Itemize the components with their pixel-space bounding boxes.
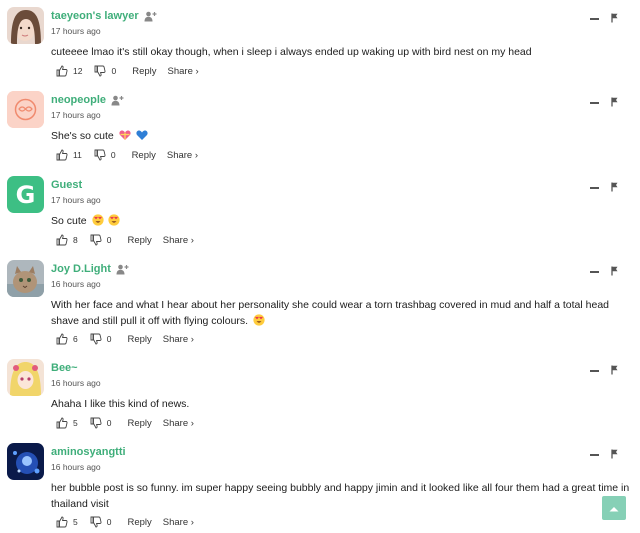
thumbs-up-icon[interactable] xyxy=(56,65,68,77)
like-count: 11 xyxy=(73,150,82,160)
avatar[interactable] xyxy=(7,91,44,128)
scroll-top-icon xyxy=(609,499,619,517)
share-button[interactable]: Share › xyxy=(167,150,198,161)
thumbs-down-icon[interactable] xyxy=(90,417,102,429)
minimize-icon[interactable] xyxy=(590,370,599,372)
avatar[interactable]: G xyxy=(7,176,44,213)
minimize-icon[interactable] xyxy=(590,454,599,456)
share-button[interactable]: Share › xyxy=(163,334,194,345)
blue-heart-emoji xyxy=(135,129,148,141)
author-name[interactable]: Bee~ xyxy=(51,362,78,374)
like-count: 8 xyxy=(73,235,78,245)
reply-button[interactable]: Reply xyxy=(132,150,156,161)
author-name[interactable]: taeyeon's lawyer xyxy=(51,10,139,22)
dislike-count: 0 xyxy=(110,150,116,160)
comment-time: 17 hours ago xyxy=(51,110,101,120)
comment-text: With her face and what I hear about her … xyxy=(51,299,610,327)
thumbs-up-icon[interactable] xyxy=(56,234,68,246)
gift-heart-emoji xyxy=(119,129,131,141)
share-button[interactable]: Share › xyxy=(163,418,194,429)
minimize-icon[interactable] xyxy=(590,18,599,20)
author-name[interactable]: Joy D.Light xyxy=(51,263,111,275)
heart-eyes-emoji xyxy=(108,214,121,226)
thumbs-up-icon[interactable] xyxy=(56,149,68,161)
dislike-count: 0 xyxy=(106,517,112,527)
minimize-icon[interactable] xyxy=(590,271,599,273)
author-name[interactable]: aminosyangtti xyxy=(51,446,126,458)
avatar[interactable] xyxy=(7,260,44,297)
like-count: 6 xyxy=(73,334,78,344)
dislike-count: 0 xyxy=(106,235,112,245)
dislike-count: 0 xyxy=(111,66,117,76)
reply-button[interactable]: Reply xyxy=(132,66,156,77)
flag-icon[interactable] xyxy=(611,263,618,281)
comment-time: 17 hours ago xyxy=(51,26,101,36)
share-button[interactable]: Share › xyxy=(163,517,194,528)
minimize-icon[interactable] xyxy=(590,102,599,104)
reply-button[interactable]: Reply xyxy=(127,418,151,429)
reply-button[interactable]: Reply xyxy=(127,517,151,528)
like-count: 12 xyxy=(73,66,83,76)
flag-icon[interactable] xyxy=(611,10,618,28)
add-user-icon[interactable] xyxy=(116,264,129,275)
add-user-icon[interactable] xyxy=(111,95,124,106)
minimize-icon[interactable] xyxy=(590,187,599,189)
flag-icon[interactable] xyxy=(611,362,618,380)
comment-time: 16 hours ago xyxy=(51,462,101,472)
avatar-letter: G xyxy=(15,180,36,209)
comment-text: She's so cute xyxy=(51,128,632,144)
thumbs-down-icon[interactable] xyxy=(90,234,102,246)
reply-button[interactable]: Reply xyxy=(127,235,151,246)
author-name[interactable]: Guest xyxy=(51,179,82,191)
scroll-top-button[interactable] xyxy=(602,496,626,520)
dislike-count: 0 xyxy=(106,418,112,428)
flag-icon[interactable] xyxy=(611,94,618,112)
author-name[interactable]: neopeople xyxy=(51,94,106,106)
flag-icon[interactable] xyxy=(611,446,618,464)
thumbs-up-icon[interactable] xyxy=(56,516,68,528)
comment-text: Ahaha I like this kind of news. xyxy=(51,398,190,410)
share-button[interactable]: Share › xyxy=(163,235,194,246)
heart-eyes-emoji xyxy=(91,214,104,226)
thumbs-down-icon[interactable] xyxy=(90,516,102,528)
thumbs-down-icon[interactable] xyxy=(94,65,106,77)
add-user-icon[interactable] xyxy=(144,11,157,22)
flag-icon[interactable] xyxy=(611,179,618,197)
heart-eyes-emoji xyxy=(253,314,265,326)
share-button[interactable]: Share › xyxy=(168,66,199,77)
avatar[interactable] xyxy=(7,359,44,396)
thumbs-down-icon[interactable] xyxy=(90,333,102,345)
comment-text: cuteeee lmao it's still okay though, whe… xyxy=(51,46,532,58)
reply-button[interactable]: Reply xyxy=(127,334,151,345)
like-count: 5 xyxy=(73,517,78,527)
comment-time: 16 hours ago xyxy=(51,279,101,289)
avatar[interactable] xyxy=(7,443,44,480)
comment-time: 17 hours ago xyxy=(51,195,101,205)
dislike-count: 0 xyxy=(106,334,112,344)
avatar[interactable] xyxy=(7,7,44,44)
comment-time: 16 hours ago xyxy=(51,378,101,388)
like-count: 5 xyxy=(73,418,78,428)
comment-text: So cute xyxy=(51,213,632,229)
thumbs-down-icon[interactable] xyxy=(94,149,106,161)
thumbs-up-icon[interactable] xyxy=(56,417,68,429)
comment-text: her bubble post is so funny. im super ha… xyxy=(51,482,630,510)
thumbs-up-icon[interactable] xyxy=(56,333,68,345)
